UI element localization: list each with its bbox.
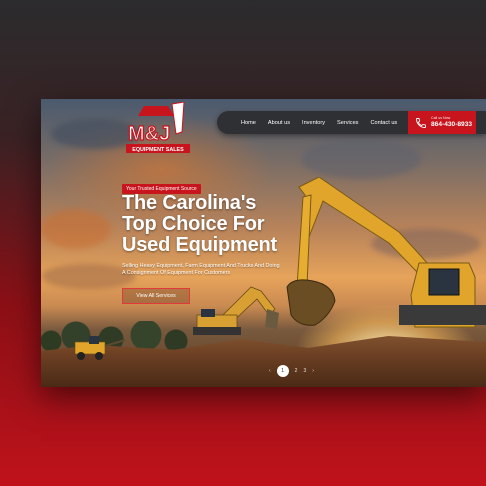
call-label: Call us Now <box>431 115 451 120</box>
hero-subtitle: Selling Heavy Equipment, Farm Equipment … <box>122 263 280 276</box>
slider-pagination: ‹ 1 2 3 › <box>269 365 314 377</box>
slider-page-3[interactable]: 3 <box>303 368 306 374</box>
hero-title-line: Top Choice For <box>122 213 265 235</box>
phone-icon <box>416 117 426 128</box>
sky-cloud <box>301 139 421 179</box>
view-all-services-button[interactable]: View All Services <box>122 288 190 304</box>
nav-home[interactable]: Home <box>235 120 262 126</box>
loader-image <box>74 336 126 360</box>
nav-inventory[interactable]: Inventory <box>296 120 331 126</box>
slider-prev-icon[interactable]: ‹ <box>269 368 271 374</box>
hero-title: The Carolina's Top Choice For Used Equip… <box>122 193 322 256</box>
excavator-small-image <box>193 286 279 335</box>
hero-title-line: Used Equipment <box>122 234 277 256</box>
nav-about-us[interactable]: About us <box>262 120 296 126</box>
slider-page-1[interactable]: 1 <box>276 365 289 377</box>
slider-next-icon[interactable]: › <box>312 368 314 374</box>
logo-letters: M&J <box>128 123 170 145</box>
hero-title-line: The Carolina's <box>122 192 257 214</box>
main-navigation: Home About us Inventory Services Contact… <box>217 111 486 134</box>
logo-tagline: EQUIPMENT SALES <box>132 147 184 153</box>
website-screenshot: M&J EQUIPMENT SALES Home About us Invent… <box>41 99 486 387</box>
slider-page-2[interactable]: 2 <box>295 368 298 374</box>
sky-cloud <box>41 209 111 249</box>
call-now-button[interactable]: Call us Now 864-430-8933 <box>408 111 476 134</box>
mj-logo: M&J EQUIPMENT SALES <box>126 102 190 153</box>
nav-services[interactable]: Services <box>331 120 364 126</box>
phone-number: 864-430-8933 <box>431 120 473 128</box>
nav-contact-us[interactable]: Contact us <box>364 120 403 126</box>
